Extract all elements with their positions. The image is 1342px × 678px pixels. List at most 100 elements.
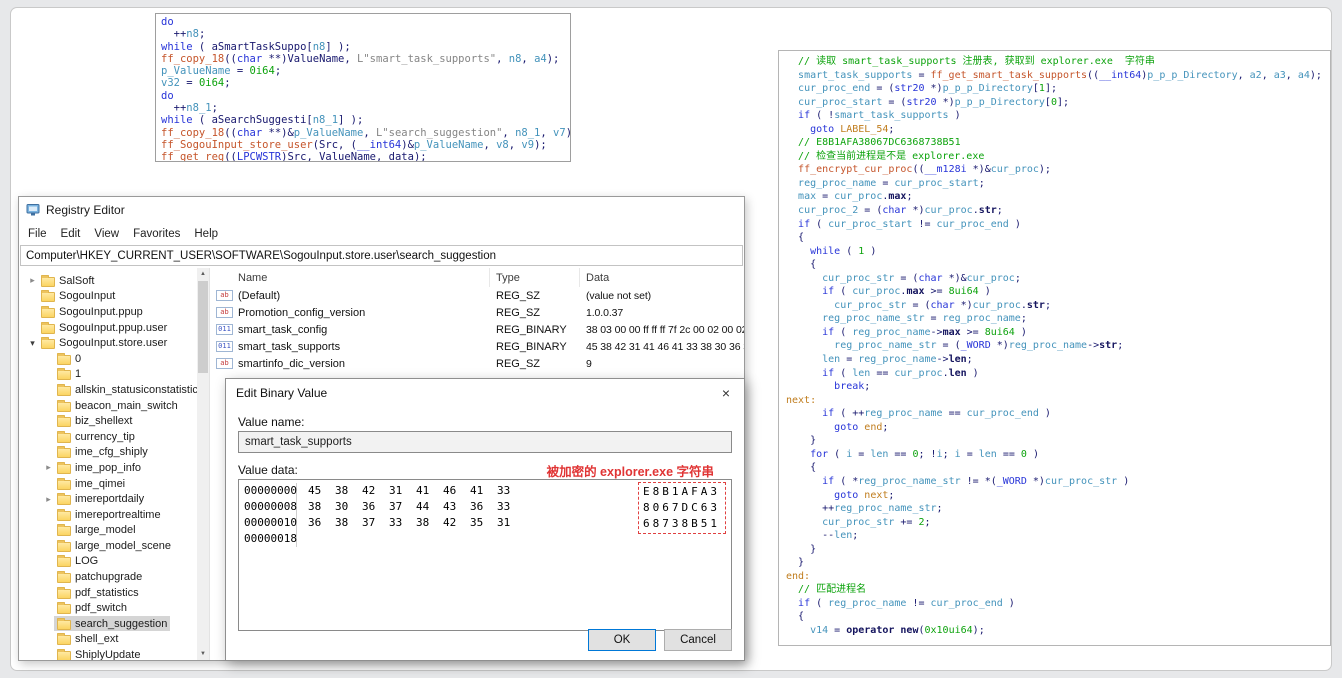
tree-item-body[interactable]: imereportrealtime xyxy=(54,507,164,522)
hex-byte[interactable]: 46 xyxy=(436,483,463,499)
tree-item-1[interactable]: 1 xyxy=(19,367,197,383)
column-header-type[interactable]: Type xyxy=(490,268,580,287)
tree-item-SalSoft[interactable]: ▸ SalSoft xyxy=(19,273,197,289)
hex-byte[interactable]: 42 xyxy=(355,483,382,499)
cancel-button[interactable]: Cancel xyxy=(664,629,732,651)
hex-byte[interactable]: 33 xyxy=(382,515,409,531)
close-icon[interactable]: × xyxy=(708,379,744,407)
tree-item-SogouInput.ppup.user[interactable]: SogouInput.ppup.user xyxy=(19,320,197,336)
chevron-right-icon[interactable]: ▸ xyxy=(27,275,38,286)
hex-byte[interactable]: 33 xyxy=(490,499,517,515)
tree-item-body[interactable]: ime_pop_info xyxy=(54,460,144,475)
tree-item-search_suggestion[interactable]: search_suggestion xyxy=(19,616,197,632)
selected-tree-item[interactable]: search_suggestion xyxy=(54,616,171,632)
hex-byte[interactable]: 41 xyxy=(463,483,490,499)
menu-item-help[interactable]: Help xyxy=(187,228,225,240)
hex-editor[interactable]: 00000000 45 38 42 31 41 46 41 33 00000008 38 30 36 37… xyxy=(238,479,732,631)
registry-title-bar[interactable]: Registry Editor xyxy=(19,197,744,223)
tree-item-body[interactable]: ShiplyUpdate xyxy=(54,648,143,660)
registry-value-row-smart_task_supports[interactable]: 011 smart_task_supports REG_BINARY 45 38 42… xyxy=(210,338,744,355)
tree-item-SogouInput.ppup[interactable]: SogouInput.ppup xyxy=(19,304,197,320)
tree-item-pdf_switch[interactable]: pdf_switch xyxy=(19,600,197,616)
tree-item-body[interactable]: SogouInput.store.user xyxy=(38,336,170,351)
hex-byte[interactable]: 37 xyxy=(382,499,409,515)
tree-item-body[interactable]: SalSoft xyxy=(38,273,97,288)
tree-item-body[interactable]: large_model_scene xyxy=(54,538,174,553)
chevron-right-icon[interactable]: ▸ xyxy=(43,494,54,505)
hex-byte[interactable]: 38 xyxy=(409,515,436,531)
tree-item-biz_shellext[interactable]: biz_shellext xyxy=(19,413,197,429)
address-bar-input[interactable] xyxy=(20,245,743,266)
tree-item-SogouInput.store.user[interactable]: ▾ SogouInput.store.user xyxy=(19,335,197,351)
tree-item-body[interactable]: SogouInput.ppup xyxy=(38,304,146,319)
tree-item-body[interactable]: 1 xyxy=(54,367,84,382)
menu-item-edit[interactable]: Edit xyxy=(54,228,88,240)
tree-item-patchupgrade[interactable]: patchupgrade xyxy=(19,569,197,585)
tree-item-body[interactable]: pdf_statistics xyxy=(54,585,142,600)
hex-byte[interactable]: 35 xyxy=(463,515,490,531)
tree-item-ime_cfg_shiply[interactable]: ime_cfg_shiply xyxy=(19,445,197,461)
tree-item-body[interactable]: LOG xyxy=(54,554,101,569)
tree-item-ShiplyUpdate[interactable]: ShiplyUpdate xyxy=(19,647,197,660)
hex-byte[interactable]: 36 xyxy=(463,499,490,515)
column-header-data[interactable]: Data xyxy=(580,268,744,287)
hex-byte[interactable]: 42 xyxy=(436,515,463,531)
tree-item-imereportdaily[interactable]: ▸ imereportdaily xyxy=(19,491,197,507)
tree-item-body[interactable]: large_model xyxy=(54,523,139,538)
registry-value-row-(Default)[interactable]: ab (Default) REG_SZ (value not set) xyxy=(210,287,744,304)
hex-byte[interactable]: 31 xyxy=(382,483,409,499)
registry-value-row-smart_task_config[interactable]: 011 smart_task_config REG_BINARY 38 03 00 0… xyxy=(210,321,744,338)
tree-item-shell_ext[interactable]: shell_ext xyxy=(19,632,197,648)
tree-item-imereportrealtime[interactable]: imereportrealtime xyxy=(19,507,197,523)
hex-byte[interactable]: 30 xyxy=(328,499,355,515)
hex-byte[interactable]: 38 xyxy=(328,483,355,499)
menu-item-view[interactable]: View xyxy=(87,228,126,240)
registry-value-row-Promotion_config_version[interactable]: ab Promotion_config_version REG_SZ 1.0.0.37 xyxy=(210,304,744,321)
tree-item-body[interactable]: shell_ext xyxy=(54,632,121,647)
tree-item-body[interactable]: currency_tip xyxy=(54,429,138,444)
tree-item-body[interactable]: imereportdaily xyxy=(54,492,147,507)
tree-item-LOG[interactable]: LOG xyxy=(19,554,197,570)
scrollbar-thumb[interactable] xyxy=(198,281,208,373)
tree-item-body[interactable]: beacon_main_switch xyxy=(54,398,181,413)
tree-item-pdf_statistics[interactable]: pdf_statistics xyxy=(19,585,197,601)
tree-item-currency_tip[interactable]: currency_tip xyxy=(19,429,197,445)
value-name-field[interactable] xyxy=(238,431,732,453)
tree-item-body[interactable]: biz_shellext xyxy=(54,414,135,429)
hex-byte[interactable]: 36 xyxy=(355,499,382,515)
hex-byte[interactable]: 31 xyxy=(490,515,517,531)
hex-byte[interactable]: 45 xyxy=(301,483,328,499)
hex-byte[interactable]: 33 xyxy=(490,483,517,499)
tree-item-body[interactable]: allskin_statusiconstatistics xyxy=(54,382,197,397)
tree-item-body[interactable]: pdf_switch xyxy=(54,601,130,616)
scroll-down-icon[interactable]: ▼ xyxy=(197,648,209,660)
tree-scrollbar[interactable]: ▲ ▼ xyxy=(197,268,209,660)
hex-byte[interactable]: 37 xyxy=(355,515,382,531)
hex-byte[interactable]: 44 xyxy=(409,499,436,515)
ok-button[interactable]: OK xyxy=(588,629,656,651)
tree-item-body[interactable]: 0 xyxy=(54,351,84,366)
tree-item-beacon_main_switch[interactable]: beacon_main_switch xyxy=(19,398,197,414)
hex-byte[interactable]: 41 xyxy=(409,483,436,499)
menu-item-file[interactable]: File xyxy=(21,228,54,240)
tree-item-body[interactable]: SogouInput.ppup.user xyxy=(38,320,170,335)
chevron-down-icon[interactable]: ▾ xyxy=(27,338,38,349)
dialog-title-bar[interactable]: Edit Binary Value × xyxy=(226,379,744,407)
tree-item-body[interactable]: patchupgrade xyxy=(54,570,145,585)
tree-item-body[interactable]: ime_qimei xyxy=(54,476,128,491)
registry-value-row-smartinfo_dic_version[interactable]: ab smartinfo_dic_version REG_SZ 9 xyxy=(210,355,744,372)
tree-item-large_model[interactable]: large_model xyxy=(19,523,197,539)
tree-item-ime_qimei[interactable]: ime_qimei xyxy=(19,476,197,492)
scroll-up-icon[interactable]: ▲ xyxy=(197,268,209,280)
tree-item-SogouInput[interactable]: SogouInput xyxy=(19,289,197,305)
tree-item-body[interactable]: ime_cfg_shiply xyxy=(54,445,151,460)
tree-item-large_model_scene[interactable]: large_model_scene xyxy=(19,538,197,554)
menu-item-favorites[interactable]: Favorites xyxy=(126,228,187,240)
tree-item-0[interactable]: 0 xyxy=(19,351,197,367)
tree-item-allskin_statusiconstatistics[interactable]: allskin_statusiconstatistics xyxy=(19,382,197,398)
hex-byte[interactable]: 43 xyxy=(436,499,463,515)
tree-item-body[interactable]: SogouInput xyxy=(38,289,118,304)
column-header-name[interactable]: Name xyxy=(210,268,490,287)
hex-byte[interactable]: 38 xyxy=(328,515,355,531)
tree-item-ime_pop_info[interactable]: ▸ ime_pop_info xyxy=(19,460,197,476)
